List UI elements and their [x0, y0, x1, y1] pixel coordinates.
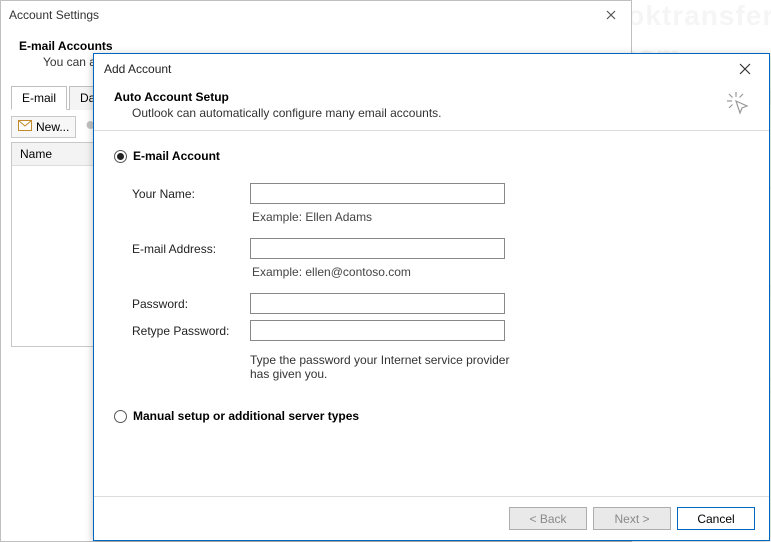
new-button-label: New... — [36, 120, 69, 134]
next-button[interactable]: Next > — [593, 507, 671, 530]
radio-email-label: E-mail Account — [133, 149, 220, 163]
radio-manual-label: Manual setup or additional server types — [133, 409, 359, 423]
wizard-subtitle: Outlook can automatically configure many… — [114, 106, 749, 120]
password-hint: Type the password your Internet service … — [132, 353, 510, 381]
retype-password-label: Retype Password: — [132, 324, 242, 338]
wizard-body: E-mail Account Your Name: Example: Ellen… — [94, 131, 769, 496]
tab-email[interactable]: E-mail — [11, 86, 67, 110]
wizard-subheader: Auto Account Setup Outlook can automatic… — [94, 84, 769, 131]
add-account-titlebar: Add Account — [94, 54, 769, 84]
cancel-button[interactable]: Cancel — [677, 507, 755, 530]
retype-password-input[interactable] — [250, 320, 505, 341]
account-settings-title: Account Settings — [9, 8, 599, 22]
account-settings-titlebar: Account Settings — [1, 1, 631, 29]
email-example: Example: ellen@contoso.com — [250, 265, 510, 287]
your-name-example: Example: Ellen Adams — [250, 210, 510, 232]
close-icon[interactable] — [599, 5, 623, 25]
your-name-label: Your Name: — [132, 187, 242, 201]
password-input[interactable] — [250, 293, 505, 314]
radio-selected-icon — [114, 150, 127, 163]
email-label: E-mail Address: — [132, 242, 242, 256]
email-input[interactable] — [250, 238, 505, 259]
wizard-title: Auto Account Setup — [114, 90, 749, 104]
radio-unselected-icon — [114, 410, 127, 423]
cursor-click-icon — [725, 90, 755, 123]
add-account-title: Add Account — [104, 62, 731, 76]
close-icon[interactable] — [731, 58, 759, 80]
email-form: Your Name: Example: Ellen Adams E-mail A… — [132, 183, 749, 381]
envelope-icon — [18, 120, 32, 134]
radio-email-account[interactable]: E-mail Account — [114, 149, 749, 163]
password-label: Password: — [132, 297, 242, 311]
your-name-input[interactable] — [250, 183, 505, 204]
header-title: E-mail Accounts — [19, 39, 613, 53]
radio-manual-setup[interactable]: Manual setup or additional server types — [114, 409, 749, 423]
wizard-footer: < Back Next > Cancel — [94, 496, 769, 540]
add-account-dialog: Add Account Auto Account Setup Outlook c… — [93, 53, 770, 541]
back-button: < Back — [509, 507, 587, 530]
new-account-button[interactable]: New... — [11, 116, 76, 138]
